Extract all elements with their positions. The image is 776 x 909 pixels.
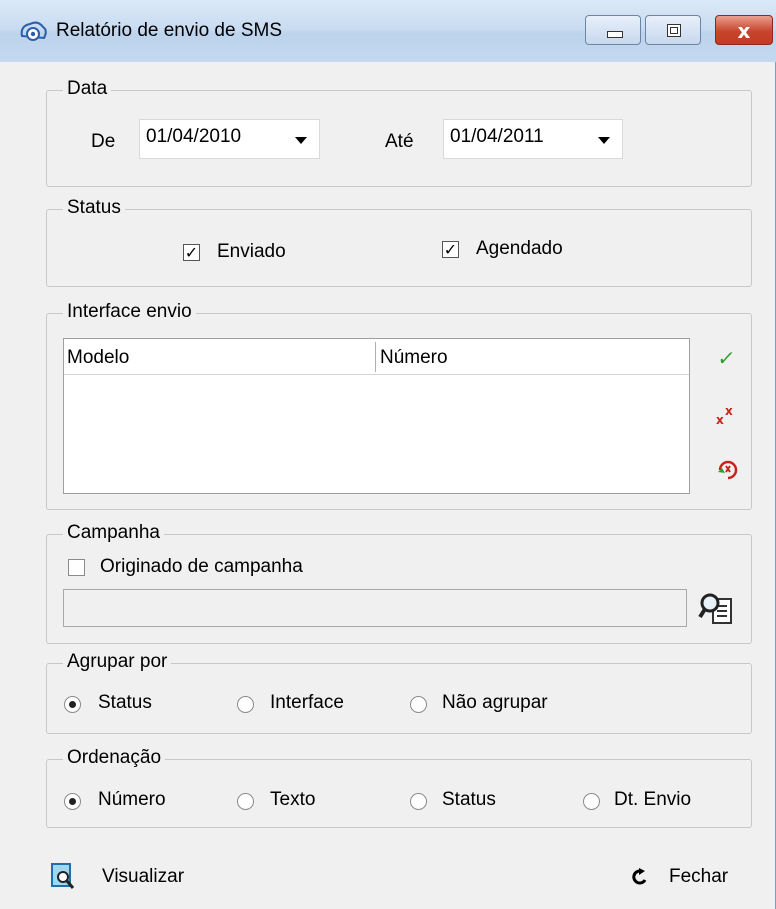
column-header-modelo[interactable]: Modelo [67, 347, 129, 369]
agendado-checkbox[interactable]: ✓ [442, 241, 459, 258]
chevron-down-icon[interactable] [295, 137, 307, 144]
ordenacao-texto-label: Texto [270, 789, 316, 810]
agendado-label: Agendado [476, 238, 563, 259]
ordenacao-dt-envio-label: Dt. Envio [614, 789, 692, 810]
campanha-legend: Campanha [63, 522, 164, 544]
preview-icon [51, 863, 75, 889]
table-header: Modelo Número [64, 339, 689, 375]
enviado-checkbox[interactable]: ✓ [183, 244, 200, 261]
ordenacao-dt-envio-radio[interactable] [583, 793, 600, 810]
fechar-label: Fechar [669, 866, 729, 887]
agrupar-nao-agrupar-label: Não agrupar [442, 692, 548, 713]
undo-arrow-icon [632, 868, 647, 885]
ordenacao-status-radio[interactable] [410, 793, 427, 810]
maximize-button[interactable] [645, 15, 701, 45]
ordenacao-status-label: Status [442, 789, 496, 810]
chevron-down-icon[interactable] [598, 137, 610, 144]
from-label: De [91, 131, 116, 152]
visualizar-button[interactable]: Visualizar [50, 860, 220, 894]
to-date-value: 01/04/2011 [450, 126, 544, 147]
uncheck-all-icon[interactable]: x x [716, 404, 740, 428]
app-icon [20, 21, 47, 41]
to-date-picker[interactable]: 01/04/2011 [443, 119, 623, 159]
minimize-icon [607, 31, 623, 38]
refresh-icon[interactable] [716, 458, 740, 482]
agrupar-group: Agrupar por [46, 651, 752, 734]
agrupar-interface-label: Interface [270, 692, 344, 713]
column-divider[interactable] [375, 342, 376, 372]
window-title: Relatório de envio de SMS [56, 20, 283, 41]
data-legend: Data [63, 78, 112, 100]
originado-campanha-checkbox[interactable] [68, 559, 85, 576]
status-group: Status [46, 197, 752, 287]
maximize-icon [667, 24, 681, 37]
report-dialog: Relatório de envio de SMS x Data De 01/0… [0, 0, 776, 909]
agrupar-nao-agrupar-radio[interactable] [410, 696, 427, 713]
interface-legend: Interface envio [63, 301, 196, 323]
agrupar-interface-radio[interactable] [237, 696, 254, 713]
minimize-button[interactable] [585, 15, 641, 45]
enviado-label: Enviado [217, 241, 286, 262]
title-bar[interactable]: Relatório de envio de SMS x [0, 0, 776, 62]
agrupar-legend: Agrupar por [63, 651, 172, 673]
fechar-button[interactable]: Fechar [628, 860, 748, 894]
status-legend: Status [63, 197, 125, 219]
ordenacao-numero-label: Número [98, 789, 166, 810]
from-date-picker[interactable]: 01/04/2010 [139, 119, 320, 159]
ordenacao-numero-radio[interactable] [64, 793, 81, 810]
to-label: Até [385, 131, 414, 152]
ordenacao-texto-radio[interactable] [237, 793, 254, 810]
column-header-numero[interactable]: Número [380, 347, 448, 369]
from-date-value: 01/04/2010 [146, 126, 242, 147]
close-icon: x [737, 19, 751, 43]
interface-table[interactable]: Modelo Número [63, 338, 690, 494]
visualizar-label: Visualizar [102, 866, 185, 887]
campanha-field[interactable] [63, 589, 687, 627]
ordenacao-legend: Ordenação [63, 747, 166, 769]
search-document-icon[interactable] [698, 591, 734, 627]
agrupar-status-radio[interactable] [64, 696, 81, 713]
originado-campanha-label: Originado de campanha [100, 556, 303, 577]
close-window-button[interactable]: x [715, 15, 773, 45]
agrupar-status-label: Status [98, 692, 152, 713]
